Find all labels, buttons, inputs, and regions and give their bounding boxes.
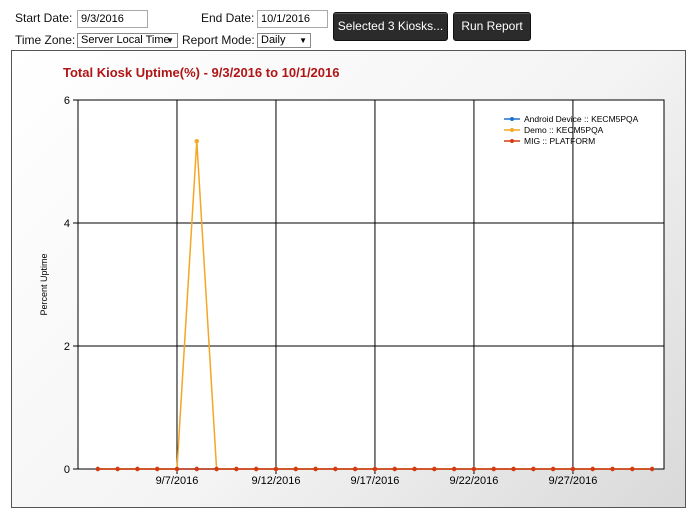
x-tick-label: 9/7/2016	[156, 475, 199, 487]
legend-label: Demo :: KECM5PQA	[524, 125, 604, 135]
y-tick-label: 6	[64, 95, 70, 107]
report-mode-select[interactable]: Daily ▼	[257, 33, 311, 48]
x-tick-label: 9/12/2016	[252, 475, 301, 487]
legend-marker	[510, 128, 514, 132]
report-mode-value: Daily	[261, 34, 286, 46]
data-point	[234, 466, 239, 472]
data-point	[115, 466, 120, 472]
data-point	[293, 466, 298, 472]
x-tick-label: 9/22/2016	[449, 475, 498, 487]
x-tick-label: 9/27/2016	[548, 475, 597, 487]
y-tick-label: 2	[64, 341, 70, 353]
end-date-input[interactable]	[257, 10, 328, 28]
data-point	[471, 466, 477, 472]
data-point	[313, 466, 318, 472]
data-point	[649, 466, 655, 472]
data-point	[610, 466, 615, 472]
chevron-down-icon: ▼	[299, 36, 307, 45]
legend-label: MIG :: PLATFORM	[524, 136, 595, 146]
data-point	[590, 466, 595, 472]
y-tick-label: 4	[64, 218, 70, 230]
data-point	[412, 466, 417, 472]
select-kiosks-button[interactable]: Selected 3 Kiosks...	[333, 12, 448, 41]
data-point	[451, 466, 457, 472]
data-point	[253, 466, 259, 472]
chart-panel: Total Kiosk Uptime(%) - 9/3/2016 to 10/1…	[11, 50, 686, 508]
run-report-button[interactable]: Run Report	[453, 12, 531, 41]
data-point	[273, 466, 279, 472]
plot-area	[78, 100, 664, 469]
data-point	[194, 139, 199, 144]
legend-label: Android Device :: KECM5PQA	[524, 114, 639, 124]
end-date-label: End Date:	[201, 11, 255, 25]
start-date-label: Start Date:	[15, 11, 73, 25]
data-point	[154, 466, 160, 472]
data-point	[531, 466, 536, 472]
data-point	[194, 466, 199, 472]
data-point	[135, 466, 140, 472]
data-point	[550, 466, 556, 472]
data-point	[491, 466, 496, 472]
chevron-down-icon: ▼	[166, 36, 174, 45]
report-mode-label: Report Mode:	[182, 33, 255, 47]
time-zone-value: Server Local Time	[81, 34, 170, 46]
data-point	[333, 466, 338, 472]
start-date-input[interactable]	[77, 10, 148, 28]
x-tick-label: 9/17/2016	[350, 475, 399, 487]
data-point	[214, 466, 219, 472]
legend-marker	[510, 139, 514, 143]
data-point	[392, 466, 397, 472]
data-point	[432, 466, 437, 472]
time-zone-select[interactable]: Server Local Time ▼	[77, 33, 178, 48]
data-point	[372, 466, 378, 472]
data-point	[352, 466, 358, 472]
y-axis-label: Percent Uptime	[39, 253, 49, 315]
y-tick-label: 0	[64, 464, 70, 476]
legend-marker	[510, 117, 514, 121]
data-point	[174, 466, 180, 472]
uptime-chart: 0 2 4 6 9/7/2016 9/12/2016 9/17/2016 9/22/2016 9…	[39, 95, 665, 487]
data-point	[630, 466, 635, 472]
data-point	[570, 466, 576, 472]
time-zone-label: Time Zone:	[15, 33, 76, 47]
data-point	[95, 466, 100, 472]
data-point	[511, 466, 516, 472]
